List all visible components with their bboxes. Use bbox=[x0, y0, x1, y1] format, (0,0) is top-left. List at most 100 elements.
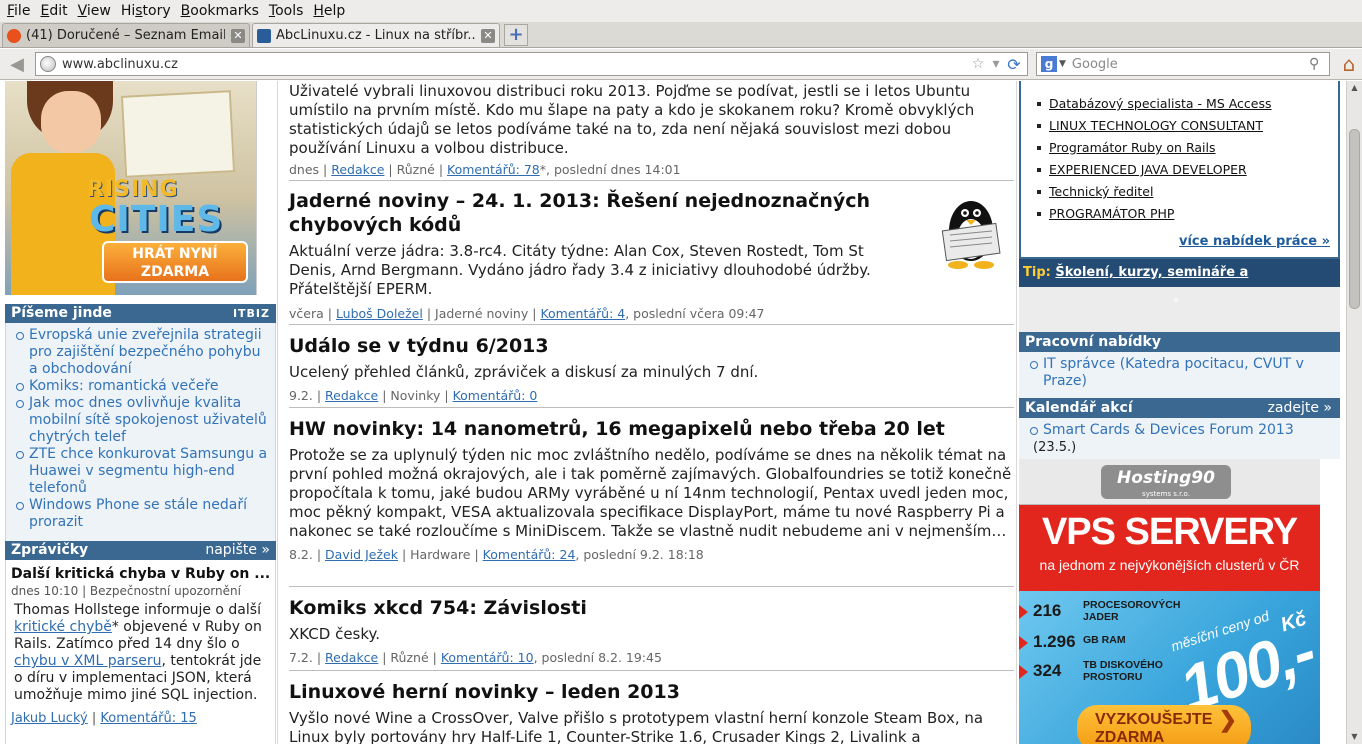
list-item[interactable]: Komiks: romantická večeře bbox=[14, 378, 269, 395]
ad-play-button[interactable]: HRÁT NYNÍ ZDARMA bbox=[102, 241, 248, 283]
tab-abclinuxu[interactable]: AbcLinuxu.cz - Linux na stříbr... ✕ bbox=[252, 23, 500, 47]
url-text[interactable]: www.abclinuxu.cz bbox=[62, 57, 969, 72]
comments-link[interactable]: Komentářů: 78 bbox=[447, 162, 540, 177]
tab-seznam[interactable]: (41) Doručené – Seznam Email ✕ bbox=[2, 23, 250, 47]
news-footer: Jakub Lucký | Komentářů: 15 bbox=[11, 711, 197, 726]
article-title[interactable]: HW novinky: 14 nanometrů, 16 megapixelů … bbox=[289, 417, 1014, 441]
list-item[interactable]: Smart Cards & Devices Forum 2013 bbox=[1029, 422, 1332, 439]
author-link[interactable]: Luboš Doležel bbox=[336, 306, 423, 321]
chevron-down-icon[interactable]: ▼ bbox=[1059, 59, 1066, 69]
article-title[interactable]: Událo se v týdnu 6/2013 bbox=[289, 334, 1014, 358]
menu-bookmarks[interactable]: Bookmarks bbox=[176, 3, 264, 19]
menu-tools[interactable]: Tools bbox=[264, 3, 309, 19]
divider bbox=[289, 180, 1014, 181]
article: Událo se v týdnu 6/2013 Ucelený přehled … bbox=[289, 334, 1014, 403]
reload-icon[interactable]: ⟳ bbox=[1005, 55, 1023, 74]
author-link[interactable]: Jakub Lucký bbox=[11, 711, 88, 726]
article-perex: Uživatelé vybrali linuxovou distribuci r… bbox=[289, 82, 975, 157]
submit-news-link[interactable]: napište » bbox=[205, 541, 276, 560]
menu-edit[interactable]: Edit bbox=[35, 3, 72, 19]
job-link[interactable]: EXPERIENCED JAVA DEVELOPER bbox=[1031, 159, 1338, 181]
ad-placeholder: » bbox=[1019, 287, 1340, 333]
author-link[interactable]: David Ježek bbox=[325, 547, 398, 562]
article: Jaderné noviny – 24. 1. 2013: Řešení nej… bbox=[289, 189, 1014, 321]
section-title: Zprávičky bbox=[11, 542, 89, 558]
comments-link[interactable]: Komentářů: 24 bbox=[483, 547, 576, 562]
comments-link[interactable]: Komentářů: 10 bbox=[441, 650, 534, 665]
comments-link[interactable]: Komentářů: 0 bbox=[453, 388, 538, 403]
job-link[interactable]: LINUX TECHNOLOGY CONSULTANT bbox=[1031, 115, 1338, 137]
new-tab-button[interactable]: + bbox=[504, 23, 528, 46]
search-icon[interactable]: ⚲ bbox=[1309, 56, 1329, 72]
news-meta: dnes 10:10 | Bezpečnostní upozornění bbox=[11, 584, 241, 598]
articles-column: Uživatelé vybrali linuxovou distribuci r… bbox=[277, 81, 1017, 744]
news-text: Thomas Hollstege informuje o další kriti… bbox=[14, 602, 262, 703]
right-column: Databázový specialista - MS Access LINUX… bbox=[1019, 81, 1340, 744]
news-title[interactable]: Další kritická chyba v Ruby on ... bbox=[11, 566, 270, 582]
list-item[interactable]: Jak moc dnes ovlivňuje kvalita mobilní s… bbox=[14, 395, 269, 446]
tip-bar: Tip: Školení, kurzy, semináře a rekvalif… bbox=[1019, 259, 1340, 308]
menu-history-label: History bbox=[120, 3, 171, 19]
google-icon[interactable]: g bbox=[1041, 56, 1057, 72]
hosting90-vps-ad[interactable]: Hosting90 systems s.r.o. VPS SERVERY na j… bbox=[1019, 459, 1320, 744]
ad-character-face bbox=[41, 91, 101, 153]
try-free-button[interactable]: VYZKOUŠEJTE ZDARMA ❯ bbox=[1077, 705, 1251, 744]
tip-label: Tip: bbox=[1023, 265, 1051, 280]
article-title[interactable]: Linuxové herní novinky – leden 2013 bbox=[289, 680, 1014, 704]
itbiz-logo[interactable]: ITBIZ bbox=[233, 304, 276, 323]
address-bar[interactable]: www.abclinuxu.cz ☆ ▾ ⟳ bbox=[35, 52, 1028, 76]
chevron-down-icon[interactable]: ▾ bbox=[987, 56, 1005, 72]
close-icon[interactable]: ✕ bbox=[481, 28, 495, 43]
back-button[interactable]: ◀ bbox=[3, 51, 31, 77]
job-link[interactable]: PROGRAMÁTOR PHP bbox=[1031, 203, 1338, 225]
vertical-scrollbar[interactable]: ▲ ▼ bbox=[1346, 81, 1362, 744]
scroll-down-icon[interactable]: ▼ bbox=[1347, 730, 1362, 744]
chevron-right-icon: ❯ bbox=[1218, 707, 1237, 732]
news-link[interactable]: kritické chybě bbox=[14, 619, 112, 635]
event-date: (23.5.) bbox=[1033, 440, 1077, 455]
list-item[interactable]: ZTE chce konkurovat Samsungu a Huawei v … bbox=[14, 446, 269, 497]
author-link[interactable]: Redakce bbox=[325, 388, 378, 403]
home-button[interactable]: ⌂ bbox=[1336, 51, 1362, 77]
article-title[interactable]: Komiks xkcd 754: Závislosti bbox=[289, 596, 1014, 620]
comments-link[interactable]: Komentářů: 4 bbox=[540, 306, 625, 321]
add-event-link[interactable]: zadejte » bbox=[1268, 398, 1340, 418]
bookmark-star-icon[interactable]: ☆ bbox=[969, 56, 987, 72]
piseme-jinde-header: Píšeme jinde ITBIZ bbox=[5, 304, 276, 323]
article-meta: 7.2. | Redakce | Různé | Komentářů: 10, … bbox=[289, 650, 662, 665]
more-jobs-link[interactable]: více nabídek práce » bbox=[1179, 234, 1330, 249]
kalendar-akci-list: Smart Cards & Devices Forum 2013 (23.5.) bbox=[1019, 418, 1340, 459]
section-title: Kalendář akcí bbox=[1025, 400, 1133, 416]
menu-bar: File Edit View History Bookmarks Tools H… bbox=[0, 0, 1362, 22]
ad-play-label-1: HRÁT NYNÍ bbox=[132, 246, 218, 262]
author-link[interactable]: Redakce bbox=[331, 162, 384, 177]
search-input[interactable]: Google bbox=[1072, 57, 1309, 72]
divider bbox=[289, 324, 1014, 325]
author-link[interactable]: Redakce bbox=[325, 650, 378, 665]
list-item[interactable]: IT správce (Katedra pocitacu, CVUT v Pra… bbox=[1029, 356, 1332, 390]
scrollbar-thumb[interactable] bbox=[1349, 129, 1360, 309]
arrow-icon bbox=[1019, 605, 1028, 619]
menu-file[interactable]: File bbox=[2, 3, 35, 19]
menu-history[interactable]: History bbox=[116, 3, 176, 19]
rising-cities-ad[interactable]: RISING CITIES HRÁT NYNÍ ZDARMA bbox=[5, 81, 257, 295]
tab-bar: (41) Doručené – Seznam Email ✕ AbcLinuxu… bbox=[0, 22, 1362, 48]
list-item[interactable]: Evropská unie zveřejnila strategii pro z… bbox=[14, 327, 269, 378]
hosting90-logo: Hosting90 systems s.r.o. bbox=[1101, 465, 1231, 499]
menu-help[interactable]: Help bbox=[308, 3, 350, 19]
article-meta: 8.2. | David Ježek | Hardware | Komentář… bbox=[289, 547, 704, 562]
job-link[interactable]: Databázový specialista - MS Access bbox=[1031, 93, 1338, 115]
close-icon[interactable]: ✕ bbox=[231, 28, 245, 43]
list-item[interactable]: Windows Phone se stále nedaří prorazit bbox=[14, 497, 269, 531]
comments-link[interactable]: Komentářů: 15 bbox=[100, 711, 196, 726]
scroll-up-icon[interactable]: ▲ bbox=[1347, 81, 1362, 95]
menu-view[interactable]: View bbox=[73, 3, 116, 19]
spec-row: 1.296 GB RAM bbox=[1019, 630, 1179, 656]
job-link[interactable]: Technický ředitel bbox=[1031, 181, 1338, 203]
search-bar[interactable]: g ▼ Google ⚲ bbox=[1036, 52, 1330, 76]
job-link[interactable]: Programátor Ruby on Rails bbox=[1031, 137, 1338, 159]
news-link[interactable]: chybu v XML parseru bbox=[14, 653, 161, 669]
article-title[interactable]: Jaderné noviny – 24. 1. 2013: Řešení nej… bbox=[289, 189, 909, 237]
spec-row: 324 TB DISKOVÉHO PROSTORU bbox=[1019, 659, 1179, 685]
tab-title: (41) Doručené – Seznam Email bbox=[26, 28, 225, 43]
